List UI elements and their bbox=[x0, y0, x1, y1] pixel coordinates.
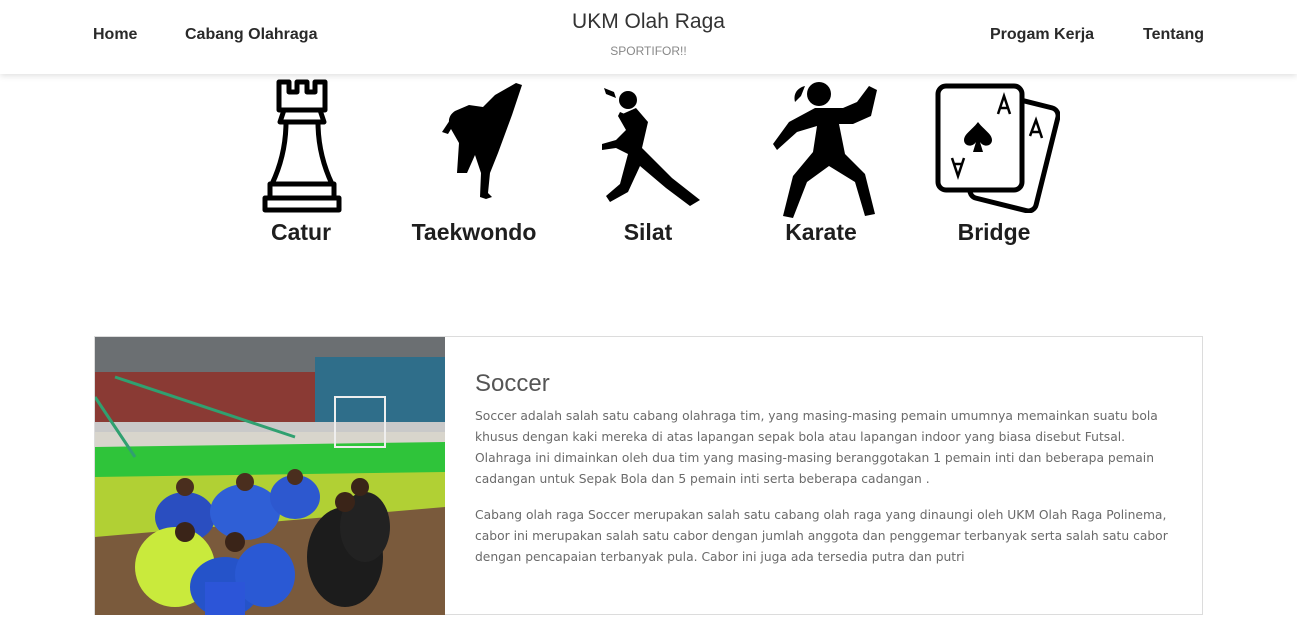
nav-progam-kerja-link[interactable]: Progam Kerja bbox=[990, 25, 1094, 45]
top-navbar: Home Cabang Olahraga UKM Olah Raga SPORT… bbox=[0, 0, 1297, 74]
sport-label: Silat bbox=[623, 219, 673, 245]
nav-tentang-link[interactable]: Tentang bbox=[1143, 25, 1204, 45]
sport-item-silat[interactable]: Silat bbox=[573, 78, 723, 253]
sport-item-taekwondo[interactable]: Taekwondo bbox=[399, 78, 549, 253]
sport-item-karate[interactable]: Karate bbox=[746, 78, 896, 253]
playing-cards-icon bbox=[935, 83, 1060, 213]
site-subtitle: SPORTIFOR!! bbox=[610, 44, 687, 58]
sport-detail-card: Soccer Soccer adalah salah satu cabang o… bbox=[94, 336, 1203, 615]
chess-rook-icon bbox=[262, 79, 342, 213]
sport-label: Bridge bbox=[957, 219, 1031, 245]
taekwondo-kick-icon bbox=[442, 83, 522, 199]
sport-item-bridge[interactable]: Bridge bbox=[919, 78, 1069, 253]
karate-stance-icon bbox=[773, 82, 877, 218]
sport-label: Karate bbox=[785, 219, 857, 245]
silat-stance-icon bbox=[602, 88, 700, 206]
sport-label: Catur bbox=[270, 219, 332, 245]
site-title: UKM Olah Raga bbox=[572, 10, 725, 33]
soccer-team-photo bbox=[95, 337, 445, 615]
card-description-paragraph: Soccer adalah salah satu cabang olahraga… bbox=[475, 409, 1158, 486]
card-title: Soccer bbox=[475, 370, 550, 397]
card-description-paragraph: Cabang olah raga Soccer merupakan salah … bbox=[475, 508, 1168, 564]
sport-label: Taekwondo bbox=[411, 219, 537, 245]
sport-item-catur[interactable]: Catur bbox=[226, 78, 376, 253]
